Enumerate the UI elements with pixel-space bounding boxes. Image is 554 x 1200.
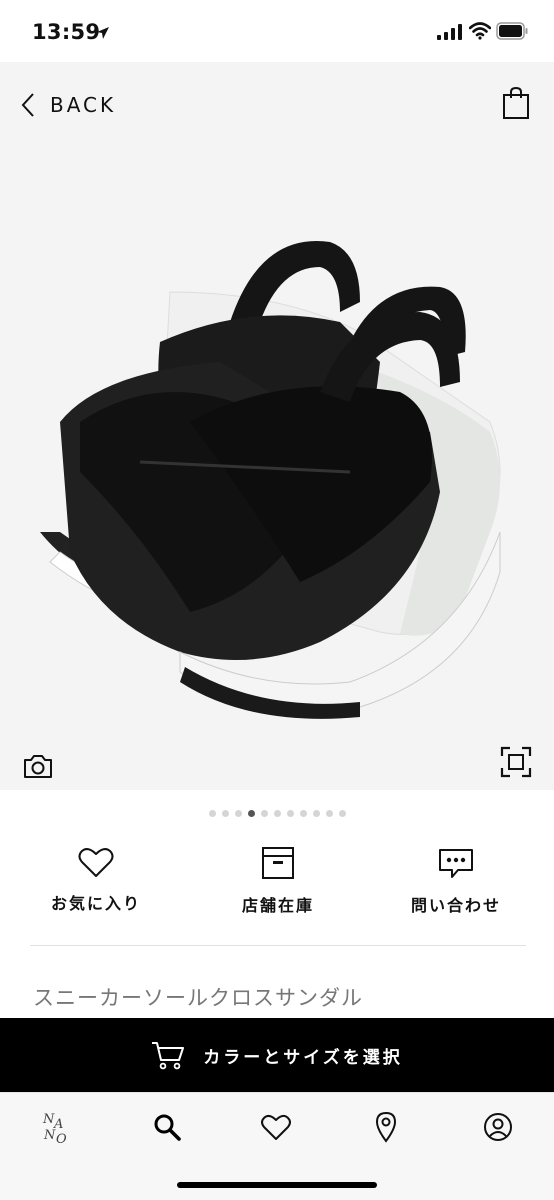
home-indicator bbox=[177, 1182, 377, 1188]
tab-stores[interactable] bbox=[366, 1107, 406, 1147]
chevron-left-icon bbox=[21, 93, 34, 117]
pagination-dot[interactable] bbox=[221, 810, 229, 817]
tab-home[interactable]: N A N O bbox=[36, 1107, 76, 1147]
cart-icon bbox=[152, 1042, 185, 1070]
search-icon bbox=[154, 1114, 181, 1141]
contact-button[interactable]: 問い合わせ bbox=[386, 846, 526, 916]
status-time: 13:59 bbox=[32, 20, 101, 44]
product-title: スニーカーソールクロスサンダル bbox=[33, 986, 363, 1010]
location-pin-icon bbox=[375, 1111, 397, 1143]
status-bar: 13:59 bbox=[0, 0, 554, 62]
back-button[interactable]: BACK bbox=[20, 90, 116, 120]
tab-search[interactable] bbox=[147, 1107, 187, 1147]
pagination-dot[interactable] bbox=[338, 810, 346, 817]
camera-icon[interactable] bbox=[22, 752, 54, 780]
svg-text:O: O bbox=[56, 1132, 67, 1147]
pagination-dot[interactable] bbox=[234, 810, 242, 817]
brand-logo-icon: N A N O bbox=[42, 1112, 67, 1147]
cta-label: カラーとサイズを選択 bbox=[203, 1047, 403, 1068]
action-row: お気に入り 店舗在庫 問い合わせ bbox=[0, 838, 554, 928]
pagination-dot[interactable] bbox=[312, 810, 320, 817]
divider bbox=[30, 945, 526, 946]
select-color-size-button[interactable]: カラーとサイズを選択 bbox=[0, 1018, 554, 1092]
favorite-button[interactable]: お気に入り bbox=[26, 846, 166, 914]
pagination-dot[interactable] bbox=[260, 810, 268, 817]
wifi-icon bbox=[469, 22, 491, 40]
chat-bubble-icon bbox=[439, 849, 473, 878]
pagination-dot[interactable] bbox=[325, 810, 333, 817]
pagination-dot[interactable] bbox=[299, 810, 307, 817]
user-icon bbox=[484, 1113, 512, 1141]
back-label: BACK bbox=[50, 93, 117, 117]
pagination-dot[interactable] bbox=[208, 810, 216, 817]
tab-favorites[interactable] bbox=[256, 1107, 296, 1147]
location-arrow-icon bbox=[97, 27, 109, 39]
store-stock-label: 店舗在庫 bbox=[241, 896, 314, 915]
carousel-pagination[interactable] bbox=[0, 810, 554, 817]
store-stock-button[interactable]: 店舗在庫 bbox=[208, 846, 348, 916]
store-box-icon bbox=[262, 847, 294, 879]
pagination-dot[interactable] bbox=[247, 810, 255, 817]
tab-account[interactable] bbox=[478, 1107, 518, 1147]
contact-label: 問い合わせ bbox=[410, 896, 501, 915]
favorite-label: お気に入り bbox=[50, 894, 141, 913]
svg-text:N: N bbox=[43, 1128, 56, 1143]
heart-icon bbox=[78, 848, 114, 877]
heart-icon bbox=[261, 1114, 291, 1140]
fullscreen-icon[interactable] bbox=[500, 746, 532, 778]
product-photo-sandals bbox=[40, 241, 501, 719]
product-image-carousel[interactable]: BACK bbox=[0, 62, 554, 790]
battery-icon bbox=[496, 22, 528, 40]
pagination-dot[interactable] bbox=[286, 810, 294, 817]
shopping-bag-icon[interactable] bbox=[502, 86, 530, 120]
pagination-dot[interactable] bbox=[273, 810, 281, 817]
cellular-signal-icon bbox=[437, 24, 462, 40]
